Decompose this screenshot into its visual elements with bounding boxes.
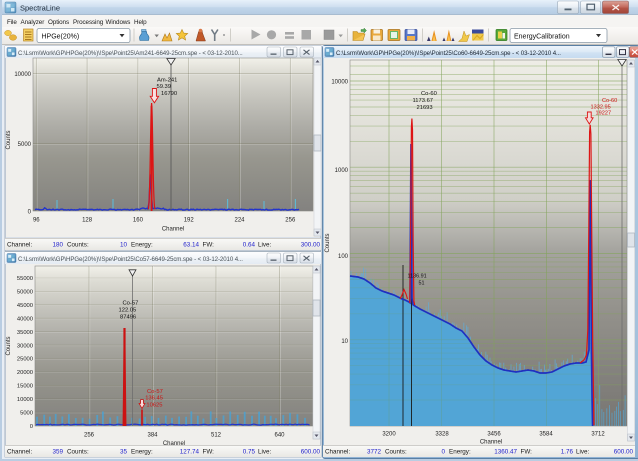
svg-text:FW:: FW: [521,449,533,456]
svg-text:1360.47: 1360.47 [494,449,517,456]
svg-text:87496: 87496 [120,315,136,321]
svg-text:Channel:: Channel: [7,242,32,249]
svg-text:35000: 35000 [17,330,33,336]
svg-text:Processing: Processing [73,19,104,26]
svg-text:Analyzer: Analyzer [21,19,45,26]
svg-text:10: 10 [120,242,128,249]
svg-text:0: 0 [30,424,33,430]
svg-text:HPGe(20%): HPGe(20%) [42,34,80,41]
svg-text:C:\Lsrm\Work\GP\HPGe(20%)\!Spe: C:\Lsrm\Work\GP\HPGe(20%)\!Spe\Point25\C… [336,50,561,57]
svg-text:3456: 3456 [487,432,501,438]
svg-text:1332.95: 1332.95 [591,104,611,110]
svg-text:35: 35 [120,449,128,456]
svg-text:15000: 15000 [17,384,33,390]
svg-text:5000: 5000 [20,410,33,416]
svg-text:Counts:: Counts: [67,449,89,456]
svg-text:Counts: Counts [6,130,12,149]
svg-text:File: File [7,19,17,26]
svg-text:600.00: 600.00 [614,449,634,456]
svg-text:96: 96 [33,218,40,224]
svg-text:0: 0 [441,449,445,456]
svg-text:45000: 45000 [17,303,33,309]
svg-text:Co-60: Co-60 [602,98,617,104]
svg-text:19227: 19227 [596,111,612,117]
svg-text:5000: 5000 [18,142,32,148]
svg-text:3712: 3712 [591,432,605,438]
svg-text:359: 359 [52,449,63,456]
svg-text:300.00: 300.00 [301,242,321,249]
svg-text:63.14: 63.14 [183,242,199,249]
svg-text:Live:: Live: [576,449,590,456]
svg-text:25000: 25000 [17,357,33,363]
svg-text:Help: Help [134,19,147,26]
svg-text:10000: 10000 [331,80,348,86]
svg-text:3772: 3772 [367,449,382,456]
svg-text:224: 224 [234,218,245,224]
svg-text:Channel:: Channel: [7,449,32,456]
svg-text:512: 512 [211,433,222,439]
svg-text:384: 384 [147,433,158,439]
svg-text:Co-57: Co-57 [147,389,163,395]
svg-text:1000: 1000 [335,168,349,174]
svg-text:55000: 55000 [17,276,33,282]
svg-text:3200: 3200 [382,432,396,438]
svg-text:100: 100 [338,254,349,260]
svg-text:Energy:: Energy: [449,449,471,456]
svg-text:16790: 16790 [161,91,177,97]
svg-text:30000: 30000 [17,343,33,349]
svg-text:C:\Lsrm\Work\GP\HPGe(20%)\!Spe: C:\Lsrm\Work\GP\HPGe(20%)\!Spe\Point25\A… [18,50,243,57]
svg-text:640: 640 [274,433,285,439]
svg-text:256: 256 [285,218,296,224]
svg-text:Counts: Counts [6,336,12,355]
svg-text:0.64: 0.64 [243,242,256,249]
svg-text:Counts: Counts [325,233,331,252]
svg-text:51: 51 [419,281,425,287]
svg-text:1173.67: 1173.67 [413,98,434,104]
svg-text:C:\Lsrm\Work\GP\HPGe(20%)\!Spe: C:\Lsrm\Work\GP\HPGe(20%)\!Spe\Point25\C… [18,256,243,263]
svg-text:59.39: 59.39 [157,84,172,90]
svg-text:SpectraLine: SpectraLine [20,4,60,13]
svg-text:10000: 10000 [14,72,31,78]
svg-text:Am-241: Am-241 [157,78,177,84]
svg-text:128: 128 [82,218,93,224]
svg-text:EnergyCalibration: EnergyCalibration [514,34,570,41]
svg-text:1.76: 1.76 [561,449,574,456]
svg-text:Energy:: Energy: [131,242,153,249]
svg-text:136.45: 136.45 [145,396,163,402]
svg-text:600.00: 600.00 [301,449,321,456]
svg-text:Energy:: Energy: [131,449,153,456]
svg-text:Channel:: Channel: [325,449,350,456]
svg-text:160: 160 [133,218,144,224]
svg-text:127.74: 127.74 [180,449,200,456]
svg-text:10: 10 [341,339,348,345]
svg-text:FW:: FW: [203,449,215,456]
svg-text:3584: 3584 [539,432,553,438]
svg-text:122.05: 122.05 [119,308,137,314]
svg-text:21693: 21693 [417,105,433,111]
svg-text:180: 180 [52,242,63,249]
svg-text:Channel: Channel [162,227,184,233]
svg-text:20000: 20000 [17,370,33,376]
svg-text:0.75: 0.75 [243,449,256,456]
svg-text:10000: 10000 [17,397,33,403]
svg-text:192: 192 [184,218,195,224]
svg-text:256: 256 [84,433,95,439]
svg-text:Windows: Windows [106,19,131,26]
svg-text:40000: 40000 [17,316,33,322]
svg-text:Co-60: Co-60 [421,91,437,97]
svg-text:Counts:: Counts: [67,242,89,249]
svg-text:Co-57: Co-57 [123,301,139,307]
svg-text:1136.91: 1136.91 [408,274,427,280]
svg-text:Channel: Channel [480,440,502,446]
svg-text:Counts:: Counts: [385,449,407,456]
svg-text:Live:: Live: [258,449,272,456]
svg-text:50000: 50000 [17,290,33,296]
svg-text:10625: 10625 [146,403,162,409]
svg-text:FW:: FW: [203,242,215,249]
svg-text:3328: 3328 [435,432,449,438]
svg-text:Options: Options [48,19,69,26]
svg-text:Live:: Live: [258,242,272,249]
